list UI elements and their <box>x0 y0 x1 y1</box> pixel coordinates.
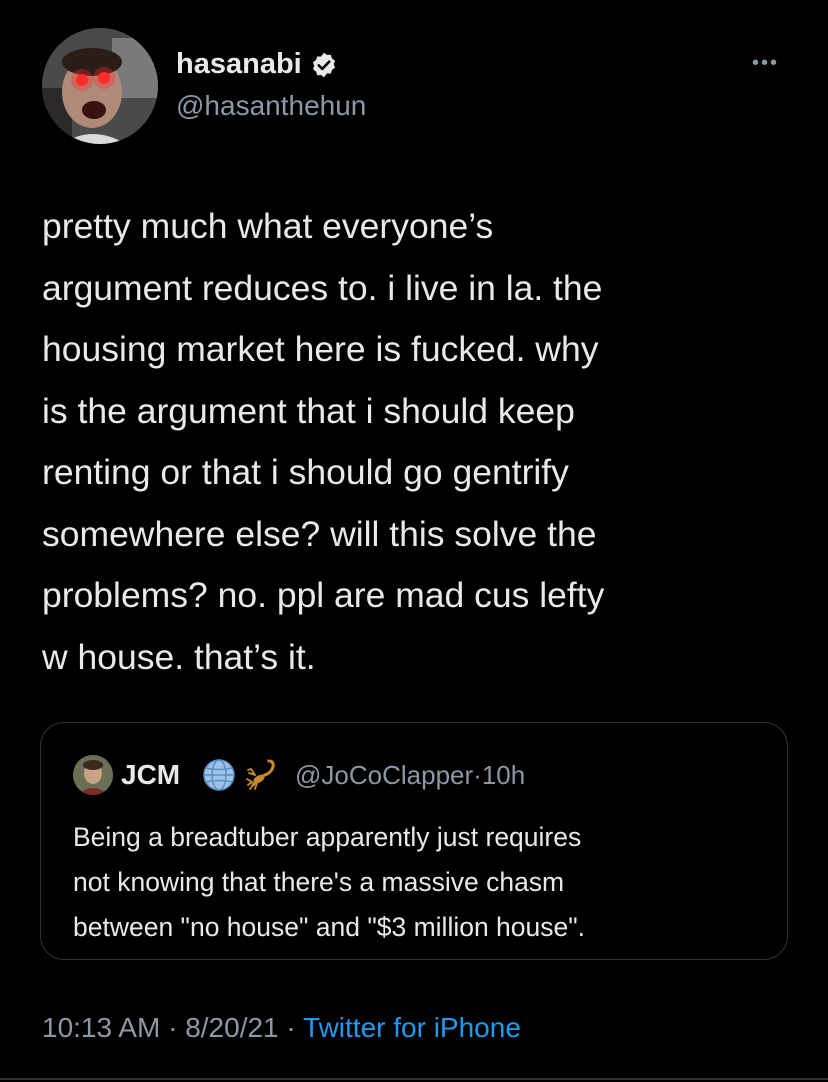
quoted-author-avatar[interactable] <box>73 755 113 795</box>
author-display-name[interactable]: hasanabi <box>176 48 302 81</box>
verified-badge-icon <box>312 52 335 77</box>
tweet-text: pretty much what everyone’s argument red… <box>42 206 605 677</box>
tweet-meta: 10:13 AM · 8/20/21 · Twitter for iPhone <box>42 1012 521 1044</box>
tweet-time[interactable]: 10:13 AM <box>42 1012 160 1043</box>
quoted-profile-photo-icon <box>73 755 113 795</box>
author-handle[interactable]: @hasanthehun <box>176 90 366 122</box>
quoted-tweet-card[interactable]: JCM @JoCoClapper·10h Being a breadtuber … <box>40 722 788 960</box>
author-name-row[interactable]: hasanabi <box>176 48 338 81</box>
meta-separator: · <box>286 1012 296 1043</box>
profile-photo-icon <box>42 28 158 144</box>
tweet-date[interactable]: 8/20/21 <box>185 1012 278 1043</box>
quoted-handle-time[interactable]: @JoCoClapper·10h <box>295 760 525 791</box>
quoted-time[interactable]: 10h <box>482 760 525 790</box>
quoted-display-name[interactable]: JCM <box>121 759 180 791</box>
quoted-separator: · <box>473 760 482 790</box>
globe-icon <box>203 759 235 791</box>
tweet-source-link[interactable]: Twitter for iPhone <box>303 1012 521 1043</box>
scorpion-icon <box>246 759 275 790</box>
more-horizontal-icon[interactable]: ••• <box>752 52 779 75</box>
author-avatar[interactable] <box>42 28 158 144</box>
quoted-tweet-text: Being a breadtuber apparently just requi… <box>73 822 586 942</box>
divider <box>0 1078 828 1080</box>
quoted-handle[interactable]: @JoCoClapper <box>295 760 473 790</box>
meta-separator: · <box>168 1012 178 1043</box>
